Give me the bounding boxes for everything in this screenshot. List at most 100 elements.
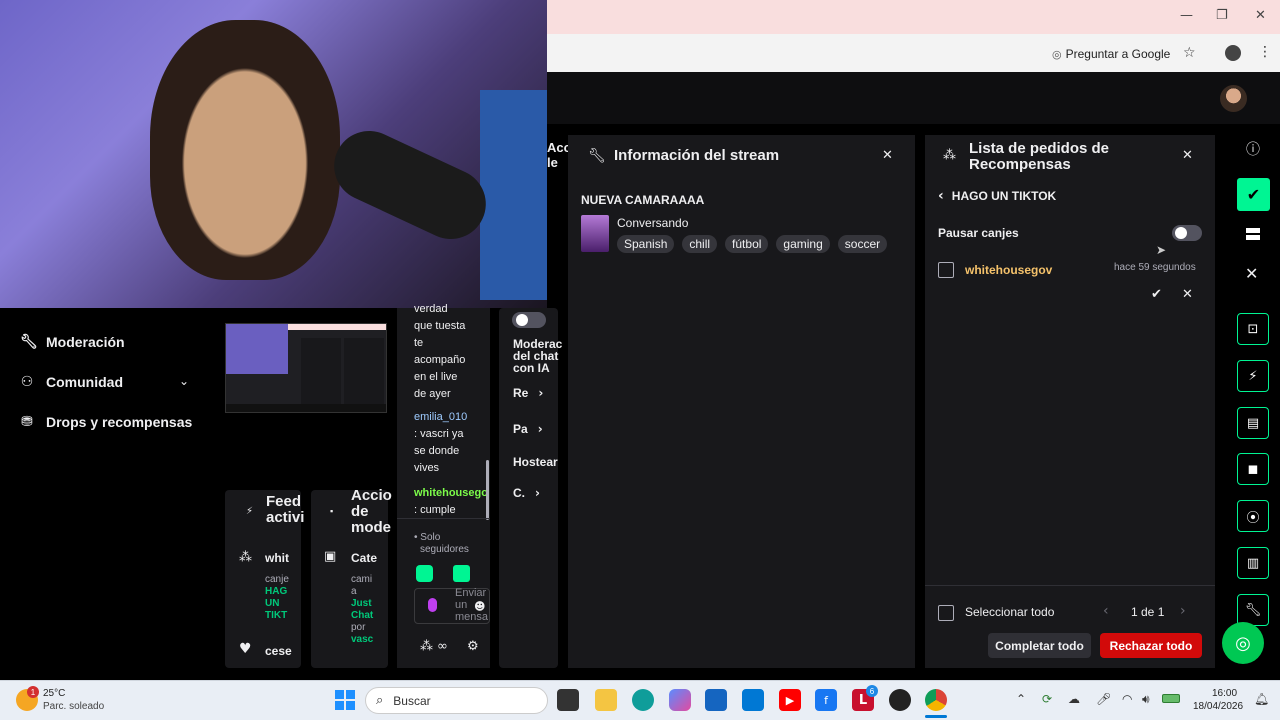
sync-icon[interactable]: ⟳ <box>1042 692 1052 706</box>
info-icon[interactable]: ⓘ <box>1246 139 1260 159</box>
ai-mod-item-1[interactable]: Re › <box>513 386 543 400</box>
chevron-right-icon: › <box>535 486 540 500</box>
pause-label: Pausar canjes <box>938 226 1019 240</box>
outlook-icon[interactable] <box>742 689 764 711</box>
pagination: 1 de 1 <box>1131 605 1165 619</box>
ask-google-button[interactable]: ◎ Preguntar a Google <box>1046 43 1176 65</box>
category-icon: ▣ <box>324 549 337 564</box>
battery-icon[interactable] <box>1162 694 1180 703</box>
request-user[interactable]: whitehousegov <box>965 263 1052 277</box>
chat-scrollbar[interactable] <box>486 460 489 520</box>
tag[interactable]: fútbol <box>725 235 769 253</box>
weather-badge: 1 <box>27 686 39 698</box>
avatar[interactable] <box>1220 85 1247 112</box>
restore-button[interactable]: ❐ <box>1216 8 1228 23</box>
mod-item-label: Cate <box>351 551 378 565</box>
tag[interactable]: Spanish <box>617 235 675 253</box>
emote-icon[interactable] <box>453 565 470 582</box>
nav-item-community[interactable]: ⚇ Comunidad <box>20 374 123 390</box>
wifi-icon[interactable]: ◠ <box>1122 692 1132 706</box>
weather-desc: Parc. soleado <box>43 701 105 712</box>
browser-titlebar <box>547 0 1280 34</box>
followers-only-label: • Solo seguidores <box>414 532 469 555</box>
notifications-icon[interactable]: 🔔︎ <box>1254 692 1269 706</box>
emote-icon[interactable] <box>416 565 433 582</box>
minimize-button[interactable]: — <box>1180 8 1193 23</box>
microphone-icon[interactable]: 🎤︎ <box>1096 692 1111 706</box>
chevron-down-icon[interactable]: ⌄ <box>179 374 189 388</box>
lightning-icon[interactable]: ⚡︎ <box>1237 360 1269 392</box>
capture-icon[interactable]: ⊡ <box>1237 313 1269 345</box>
chrome-icon[interactable] <box>925 689 947 711</box>
check-icon[interactable]: ✔ <box>1237 178 1270 211</box>
complete-all-button[interactable]: Completar todo <box>988 633 1091 658</box>
chat-bubble-icon[interactable]: ◎ <box>1222 622 1264 664</box>
layout-icon[interactable] <box>1246 228 1260 242</box>
nav-item-drops[interactable]: ⛃ Drops y recompensas <box>20 414 192 430</box>
stream-info-panel <box>568 135 915 668</box>
file-explorer-icon[interactable] <box>595 689 617 711</box>
emoji-icon[interactable]: ☻ <box>474 600 485 613</box>
mic-icon[interactable] <box>428 598 437 612</box>
reject-all-button[interactable]: Rechazar todo <box>1100 633 1202 658</box>
copilot-icon[interactable] <box>669 689 691 711</box>
ai-mod-item-2[interactable]: Pa › <box>513 422 543 436</box>
cloud-icon[interactable]: ☁ <box>1068 692 1080 706</box>
ai-mod-toggle[interactable] <box>512 312 546 328</box>
close-icon[interactable]: ✕ <box>882 148 893 163</box>
windows-start-icon[interactable] <box>335 690 355 710</box>
stream-preview[interactable] <box>225 323 387 413</box>
feed-item-user: whit <box>265 551 289 565</box>
broadcast-icon[interactable]: ⦿ <box>1237 500 1269 532</box>
close-icon[interactable]: ✕ <box>1182 148 1193 163</box>
request-checkbox[interactable] <box>938 262 954 278</box>
next-page-icon[interactable]: › <box>1180 603 1186 619</box>
edge-icon[interactable] <box>632 689 654 711</box>
lens-icon: ◎ <box>1052 47 1062 61</box>
weather-temp: 25°C <box>43 688 66 699</box>
close-window-button[interactable]: ✕ <box>1255 8 1266 23</box>
stream-title: NUEVA CAMARAAAA <box>581 193 705 207</box>
community-points-icon[interactable]: ⁂ <box>420 639 433 654</box>
menu-icon[interactable]: ⋮ <box>1258 44 1272 60</box>
nav-item-label: Comunidad <box>46 374 123 390</box>
left-nav <box>0 308 213 668</box>
chevron-up-icon[interactable]: ⌃ <box>1016 692 1026 706</box>
activity-feed-title: Feed activi <box>266 493 305 526</box>
search-placeholder: Buscar <box>393 693 431 708</box>
close-icon[interactable]: ✕ <box>1245 264 1258 283</box>
store-icon[interactable] <box>705 689 727 711</box>
chevron-right-icon: › <box>538 386 544 400</box>
approve-icon[interactable]: ✔ <box>1151 287 1162 302</box>
app-icon[interactable] <box>889 689 911 711</box>
nav-item-moderation[interactable]: 🔧︎ Moderación <box>20 334 125 350</box>
youtube-icon[interactable]: ▶ <box>779 689 801 711</box>
task-view-icon[interactable] <box>557 689 579 711</box>
wrench-icon: 🔧︎ <box>588 148 606 164</box>
feed-item-user-2: cese <box>265 644 292 658</box>
clock-date: 18/04/2026 <box>1193 701 1244 712</box>
chat-icon[interactable]: ◼ <box>1237 453 1269 485</box>
back-button[interactable]: ‹ HAGO UN TIKTOK <box>938 188 1056 204</box>
taskbar-search[interactable]: ⌕ Buscar <box>365 687 548 714</box>
stream-manager-icon[interactable]: ▥ <box>1237 547 1269 579</box>
gaming-chair <box>480 90 547 300</box>
settings-gear-icon[interactable]: ⚙ <box>467 639 479 654</box>
webcam-overlay <box>0 0 547 308</box>
tag[interactable]: gaming <box>776 235 830 253</box>
reject-icon[interactable]: ✕ <box>1182 287 1193 302</box>
clock-time: 16:00 <box>1212 688 1238 699</box>
tag[interactable]: soccer <box>837 235 888 253</box>
ai-mod-item-3[interactable]: Hostear <box>513 455 558 469</box>
profile-icon[interactable] <box>1225 45 1241 61</box>
tag[interactable]: chill <box>682 235 718 253</box>
facebook-icon[interactable]: f <box>815 689 837 711</box>
ai-mod-item-4[interactable]: C. › <box>513 486 540 500</box>
heart-icon: ♥ <box>239 641 252 657</box>
volume-icon[interactable]: 🔊︎ <box>1142 692 1150 707</box>
bookmark-star-icon[interactable]: ☆ <box>1183 45 1196 61</box>
select-all-checkbox[interactable] <box>938 605 954 621</box>
prev-page-icon[interactable]: ‹ <box>1103 603 1109 619</box>
notes-icon[interactable]: ▤ <box>1237 407 1269 439</box>
pause-toggle[interactable] <box>1172 225 1202 241</box>
